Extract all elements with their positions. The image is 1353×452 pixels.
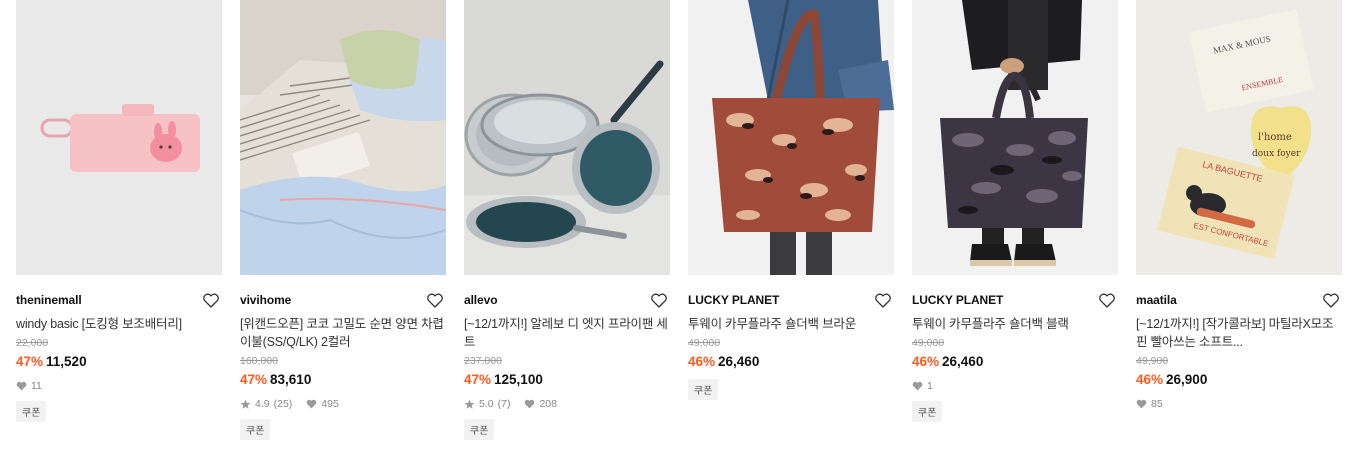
product-stats: 11 (16, 379, 222, 393)
coupon-badge[interactable]: 쿠폰 (464, 419, 495, 440)
sale-price: 26,460 (942, 354, 984, 369)
product-image-poster-cushion[interactable]: MAX & MOUS ENSEMBLE l'home doux foyer LA… (1136, 0, 1342, 275)
sale-price: 26,460 (718, 354, 760, 369)
like-heart-icon (16, 381, 27, 391)
product-title[interactable]: [~12/1까지!] 알레보 디 엣지 프라이팬 세트 (464, 315, 670, 351)
like-heart-icon (1136, 399, 1147, 409)
product-image-bedding[interactable] (240, 0, 446, 275)
product-stats: 1 (912, 379, 1118, 393)
price-row: 46% 26,460 (912, 353, 1118, 371)
review-count: (7) (497, 398, 511, 410)
like-count: 1 (927, 380, 933, 392)
coupon-badge[interactable]: 쿠폰 (912, 401, 943, 422)
brand-name[interactable]: LUCKY PLANET (912, 293, 1003, 307)
coupon-badge[interactable]: 쿠폰 (16, 401, 47, 422)
discount-rate: 47% (16, 354, 44, 369)
brand-name[interactable]: allevo (464, 293, 498, 307)
product-title[interactable]: [위캔드오픈] 코코 고밀도 순면 양면 차렵이불(SS/Q/LK) 2컬러 (240, 315, 446, 351)
price-row: 46% 26,460 (688, 353, 894, 371)
product-image-frying-pan-set[interactable] (464, 0, 670, 275)
product-title[interactable]: windy basic [도킹형 보조배터리] (16, 315, 222, 333)
like-count: 495 (321, 398, 339, 410)
wishlist-heart-icon[interactable] (650, 291, 668, 309)
like-heart-icon (524, 399, 535, 409)
wishlist-heart-icon[interactable] (1098, 291, 1116, 309)
product-title[interactable]: 투웨이 카무플라주 숄더백 브라운 (688, 315, 894, 333)
star-icon (464, 399, 475, 410)
poster-text-4: doux foyer (1252, 149, 1301, 159)
price-row: 47% 125,100 (464, 371, 670, 389)
product-card[interactable]: vivihome [위캔드오픈] 코코 고밀도 순면 양면 차렵이불(SS/Q/… (240, 0, 446, 440)
star-icon (240, 399, 251, 410)
wishlist-heart-icon[interactable] (1322, 291, 1340, 309)
sale-price: 125,100 (494, 372, 543, 387)
sale-price: 11,520 (46, 354, 87, 369)
wishlist-heart-icon[interactable] (874, 291, 892, 309)
discount-rate: 46% (688, 354, 716, 369)
original-price: 49,000 (912, 337, 945, 349)
coupon-badge[interactable]: 쿠폰 (240, 419, 271, 440)
brand-name[interactable]: vivihome (240, 293, 291, 307)
product-image-black-tote-bag[interactable] (912, 0, 1118, 275)
wishlist-heart-icon[interactable] (426, 291, 444, 309)
rating-value: 4.9 (255, 398, 270, 410)
product-stats: 4.9 (25) 495 (240, 397, 446, 411)
original-price: 49,000 (688, 337, 721, 349)
product-card[interactable]: theninemall windy basic [도킹형 보조배터리] 22,0… (16, 0, 222, 422)
original-price: 22,000 (16, 337, 49, 349)
product-card[interactable]: LUCKY PLANET 투웨이 카무플라주 숄더백 브라운 49,000 46… (688, 0, 894, 400)
discount-rate: 46% (1136, 372, 1164, 387)
price-row: 46% 26,900 (1136, 371, 1342, 389)
product-title[interactable]: 투웨이 카무플라주 숄더백 블랙 (912, 315, 1118, 333)
sale-price: 83,610 (270, 372, 312, 387)
product-card[interactable]: MAX & MOUS ENSEMBLE l'home doux foyer LA… (1136, 0, 1342, 411)
discount-rate: 47% (240, 372, 268, 387)
sale-price: 26,900 (1166, 372, 1208, 387)
wishlist-heart-icon[interactable] (202, 291, 220, 309)
brand-name[interactable]: LUCKY PLANET (688, 293, 779, 307)
like-count: 85 (1151, 398, 1163, 410)
coupon-badge[interactable]: 쿠폰 (688, 379, 719, 400)
brand-name[interactable]: maatila (1136, 293, 1177, 307)
like-count: 208 (539, 398, 557, 410)
product-stats: 85 (1136, 397, 1342, 411)
review-count: (25) (273, 398, 293, 410)
rating-value: 5.0 (479, 398, 494, 410)
price-row: 47% 83,610 (240, 371, 446, 389)
original-price: 160,000 (240, 355, 278, 367)
product-card[interactable]: LUCKY PLANET 투웨이 카무플라주 숄더백 블랙 49,000 46%… (912, 0, 1118, 422)
product-title[interactable]: [~12/1까지!] [작가콜라보] 마틸라X모조핀 빨아쓰는 소프트... (1136, 315, 1342, 351)
original-price: 49,900 (1136, 355, 1169, 367)
original-price: 237,000 (464, 355, 502, 367)
product-image-brown-tote-bag[interactable] (688, 0, 894, 275)
product-grid: theninemall windy basic [도킹형 보조배터리] 22,0… (0, 0, 1353, 452)
product-card[interactable]: allevo [~12/1까지!] 알레보 디 엣지 프라이팬 세트 237,0… (464, 0, 670, 440)
like-count: 11 (31, 380, 42, 392)
product-image-power-bank[interactable] (16, 0, 222, 275)
product-stats: 5.0 (7) 208 (464, 397, 670, 411)
poster-text-3: l'home (1258, 132, 1292, 143)
discount-rate: 47% (464, 372, 492, 387)
brand-name[interactable]: theninemall (16, 293, 82, 307)
like-heart-icon (306, 399, 317, 409)
like-heart-icon (912, 381, 923, 391)
price-row: 47% 11,520 (16, 353, 222, 371)
discount-rate: 46% (912, 354, 940, 369)
